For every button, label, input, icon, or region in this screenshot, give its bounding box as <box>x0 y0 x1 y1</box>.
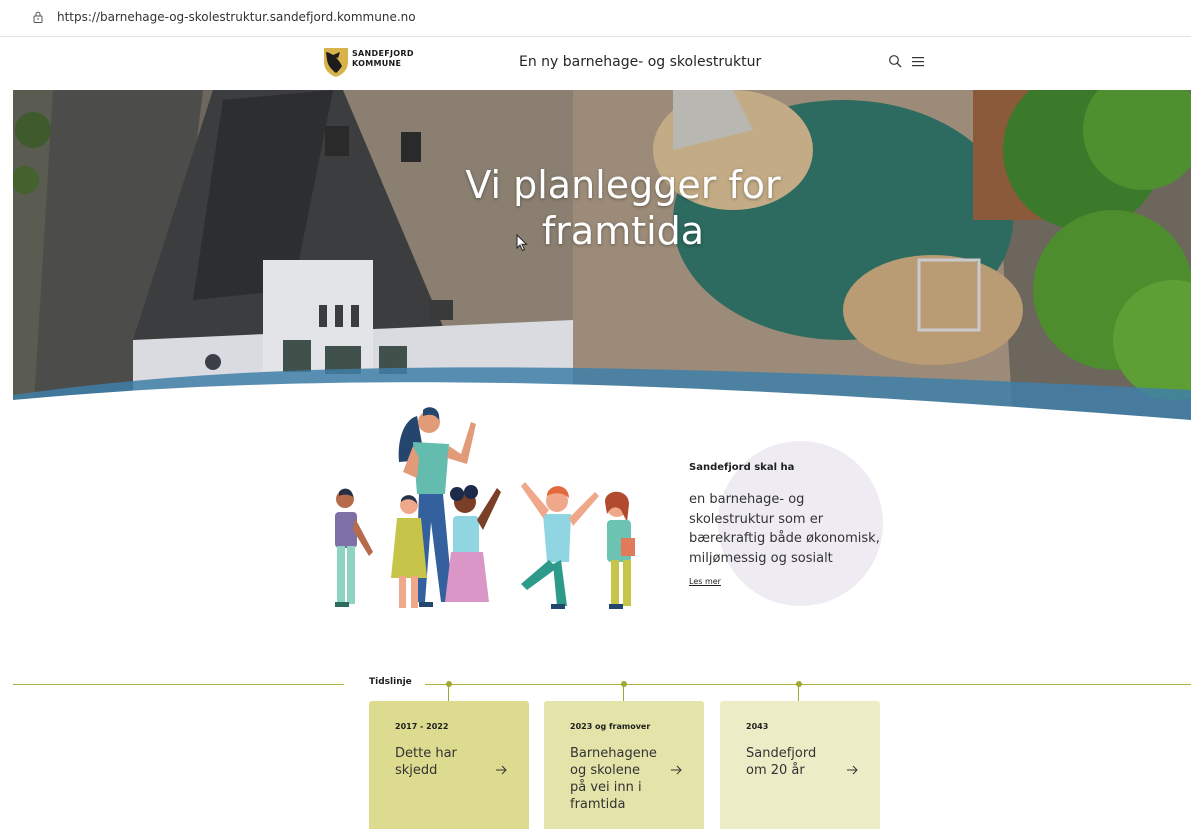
timeline-card-2017-2022[interactable]: 2017 - 2022 Dette har skjedd <box>369 701 529 829</box>
read-more-link[interactable]: Les mer <box>689 577 721 586</box>
sandefjord-coat-of-arms-logo[interactable] <box>322 46 350 78</box>
hero-title-line-1: Vi planlegger for <box>465 163 781 207</box>
arrow-right-icon <box>847 765 858 775</box>
logo-text: SANDEFJORD KOMMUNE <box>352 49 414 69</box>
timeline-line-right <box>425 684 1191 685</box>
timeline-dot <box>446 681 452 687</box>
intro-heading: Sandefjord skal ha <box>689 462 795 473</box>
timeline-dot <box>796 681 802 687</box>
site-title[interactable]: En ny barnehage- og skolestruktur <box>519 54 761 70</box>
card-title: Dette har skjedd <box>395 746 457 778</box>
card-period: 2017 - 2022 <box>395 722 449 731</box>
arrow-right-icon <box>496 765 507 775</box>
timeline-stem <box>623 685 624 701</box>
timeline-stem <box>448 685 449 701</box>
card-title: Sandefjord om 20 år <box>746 746 817 778</box>
timeline-stem <box>798 685 799 701</box>
hero-aerial-photo <box>13 90 1191 420</box>
logo-line-2: KOMMUNE <box>352 59 402 68</box>
timeline-dot <box>621 681 627 687</box>
lock-icon <box>33 11 43 23</box>
card-period: 2023 og framover <box>570 722 651 731</box>
logo-line-1: SANDEFJORD <box>352 49 414 58</box>
card-title: Barnehagene og skolene på vei inn i fram… <box>570 746 657 812</box>
hero-banner: Vi planlegger for framtida <box>13 90 1191 420</box>
hero-title-line-2: framtida <box>541 209 705 253</box>
teacher-and-children-illustration <box>335 407 635 609</box>
browser-address-bar[interactable]: https://barnehage-og-skolestruktur.sande… <box>0 0 1191 37</box>
timeline-line-left <box>13 684 344 685</box>
timeline-card-2023-og-framover[interactable]: 2023 og framover Barnehagene og skolene … <box>544 701 704 829</box>
mouse-cursor-icon <box>516 234 528 252</box>
intro-body: en barnehage- og skolestruktur som er bæ… <box>689 492 880 566</box>
card-period: 2043 <box>746 722 769 731</box>
arrow-right-icon <box>671 765 682 775</box>
menu-icon[interactable] <box>912 56 924 67</box>
address-url[interactable]: https://barnehage-og-skolestruktur.sande… <box>57 10 416 24</box>
search-icon[interactable] <box>888 54 903 69</box>
timeline-card-2043[interactable]: 2043 Sandefjord om 20 år <box>720 701 880 829</box>
timeline-label: Tidslinje <box>369 677 412 687</box>
hero-title: Vi planlegger for framtida <box>453 162 793 254</box>
